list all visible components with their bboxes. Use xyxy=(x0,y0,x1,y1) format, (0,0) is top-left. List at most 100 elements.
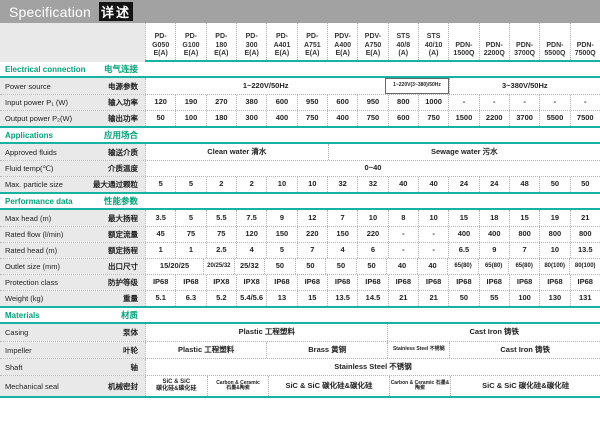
table-row: Fluid temp(℃)介质温度0~40 xyxy=(0,160,600,176)
section: Applications应用场合Approved fluids输送介质Clean… xyxy=(0,128,600,194)
row-label: Rated head (m)额定扬程 xyxy=(0,243,145,258)
row-cells: 15/20/2520/25/3225/3250505050404065(80)6… xyxy=(145,259,600,274)
table-row: Power source电源参数1~220V/50Hz1~220V(3~380)… xyxy=(0,78,600,94)
value-cell: 600 xyxy=(388,111,418,126)
value-cell: 13 xyxy=(266,291,296,306)
value-cell: 80(100) xyxy=(569,259,600,274)
column-header: STS40/10(A) xyxy=(418,23,448,60)
value-cell: IP68 xyxy=(327,275,357,290)
value-cell: 80(100) xyxy=(539,259,570,274)
value-cell: 2200 xyxy=(479,111,509,126)
value-cell: 9 xyxy=(266,210,296,226)
value-cell: Carbon & Ceramic 石墨&陶瓷 xyxy=(389,376,451,396)
value-cell: 65(80) xyxy=(478,259,509,274)
value-cell: Cast Iron 铸铁 xyxy=(387,324,600,341)
value-cell: IP68 xyxy=(570,275,600,290)
value-cell: 9 xyxy=(479,243,509,258)
value-cell: IP68 xyxy=(539,275,569,290)
value-cell: 5 xyxy=(175,210,205,226)
section-header-rest xyxy=(145,308,600,322)
value-cell: Plastic 工程塑料 xyxy=(145,324,387,341)
value-cell: 800 xyxy=(539,227,569,242)
row-label: Mechanical seal机械密封 xyxy=(0,376,145,396)
value-cell: IP68 xyxy=(266,275,296,290)
value-cell: 15/20/25 xyxy=(145,259,203,274)
table-row: Mechanical seal机械密封SiC & SiC碳化硅&碳化硅Carbo… xyxy=(0,375,600,396)
value-cell: - xyxy=(418,227,448,242)
column-header: PD-300E(A) xyxy=(236,23,266,60)
value-cell: IP68 xyxy=(418,275,448,290)
row-label-zh: 输送介质 xyxy=(108,147,138,158)
value-cell: 25/32 xyxy=(234,259,265,274)
value-cell: 65(80) xyxy=(447,259,478,274)
section-name-zh: 性能参数 xyxy=(104,195,138,207)
value-cell: 50 xyxy=(145,111,175,126)
column-header: PD-G100E(A) xyxy=(175,23,205,60)
row-label-zh: 额定扬程 xyxy=(108,245,138,256)
value-cell: 5 xyxy=(175,177,205,192)
value-cell: 1 xyxy=(145,243,175,258)
row-cells: 5010018030040075040075060075015002200370… xyxy=(145,111,600,126)
value-cell: 7500 xyxy=(570,111,600,126)
value-cell: 32 xyxy=(357,177,387,192)
column-header-row: PD-G050E(A)PD-G100E(A)PD-180E(A)PD-300E(… xyxy=(0,23,600,62)
row-label-en: Max. particle size xyxy=(5,180,63,189)
value-cell: 800 xyxy=(570,227,600,242)
value-cell: 18 xyxy=(479,210,509,226)
value-cell: 4 xyxy=(327,243,357,258)
value-cell: 800 xyxy=(388,95,418,110)
row-cells: Clean water 清水Sewage water 污水 xyxy=(145,144,600,160)
value-cell: 600 xyxy=(266,95,296,110)
table-body: Electrical connection 电气连接 Power source电源参… xyxy=(0,62,600,398)
value-cell: 13.5 xyxy=(570,243,600,258)
value-cell: - xyxy=(509,95,539,110)
row-label-en: Impeller xyxy=(5,346,32,355)
value-cell: - xyxy=(418,243,448,258)
value-cell: 5.4/5.6 xyxy=(236,291,266,306)
value-cell: 120 xyxy=(236,227,266,242)
value-cell: IPX8 xyxy=(206,275,236,290)
table-row: Approved fluids 输送介质 Clean water 清水Sewage … xyxy=(0,144,600,160)
value-cell: 65(80) xyxy=(508,259,539,274)
value-cell: 950 xyxy=(357,95,387,110)
value-cell: 15 xyxy=(448,210,478,226)
value-cell: 7 xyxy=(297,243,327,258)
value-cell: IP68 xyxy=(388,275,418,290)
table-row: Weight (kg)重量5.16.35.25.4/5.6131513.514.… xyxy=(0,290,600,306)
row-label: Max. particle size最大通过颗粒 xyxy=(0,177,145,192)
value-cell: 48 xyxy=(509,177,539,192)
value-cell: 15 xyxy=(509,210,539,226)
value-cell: 4 xyxy=(236,243,266,258)
section-name: Electrical connection xyxy=(5,65,85,74)
value-cell: 40 xyxy=(418,177,448,192)
value-cell: 150 xyxy=(327,227,357,242)
value-cell: 750 xyxy=(297,111,327,126)
value-cell: 750 xyxy=(418,111,448,126)
row-label: Shaft轴 xyxy=(0,359,145,375)
value-cell: 50 xyxy=(356,259,387,274)
spec-sheet: Specification 详述 PD-G050E(A)PD-G100E(A)P… xyxy=(0,0,600,425)
value-cell: 32 xyxy=(327,177,357,192)
value-cell: 6 xyxy=(357,243,387,258)
row-label: Rated flow (l/min)额定流量 xyxy=(0,227,145,242)
value-cell: Sewage water 污水 xyxy=(328,144,600,160)
row-cells: Plastic 工程塑料Cast Iron 铸铁 xyxy=(145,324,600,341)
value-cell: 1500 xyxy=(448,111,478,126)
value-cell: 1000 xyxy=(418,95,448,110)
value-cell: 180 xyxy=(206,111,236,126)
value-cell: 100 xyxy=(175,111,205,126)
section-label: Materials材质 xyxy=(0,308,145,322)
row-cells: Plastic 工程塑料Brass 黄铜Stainless Steel 不锈钢C… xyxy=(145,342,600,358)
value-cell: 5500 xyxy=(539,111,569,126)
table-row: Rated head (m)额定扬程112.545746--6.5971013.… xyxy=(0,242,600,258)
section-header: Electrical connection 电气连接 xyxy=(0,62,600,78)
column-header: PDN-7500Q xyxy=(570,23,600,60)
value-cell: 100 xyxy=(509,291,539,306)
row-label-en: Power source xyxy=(5,82,51,91)
section-name-zh: 电气连接 xyxy=(104,63,138,75)
row-label: Output power P₂(W)输出功率 xyxy=(0,111,145,126)
value-cell: 19 xyxy=(539,210,569,226)
value-cell: 10 xyxy=(266,177,296,192)
value-cell: Cast Iron 铸铁 xyxy=(449,342,600,358)
row-label-en: Approved fluids xyxy=(5,148,57,157)
